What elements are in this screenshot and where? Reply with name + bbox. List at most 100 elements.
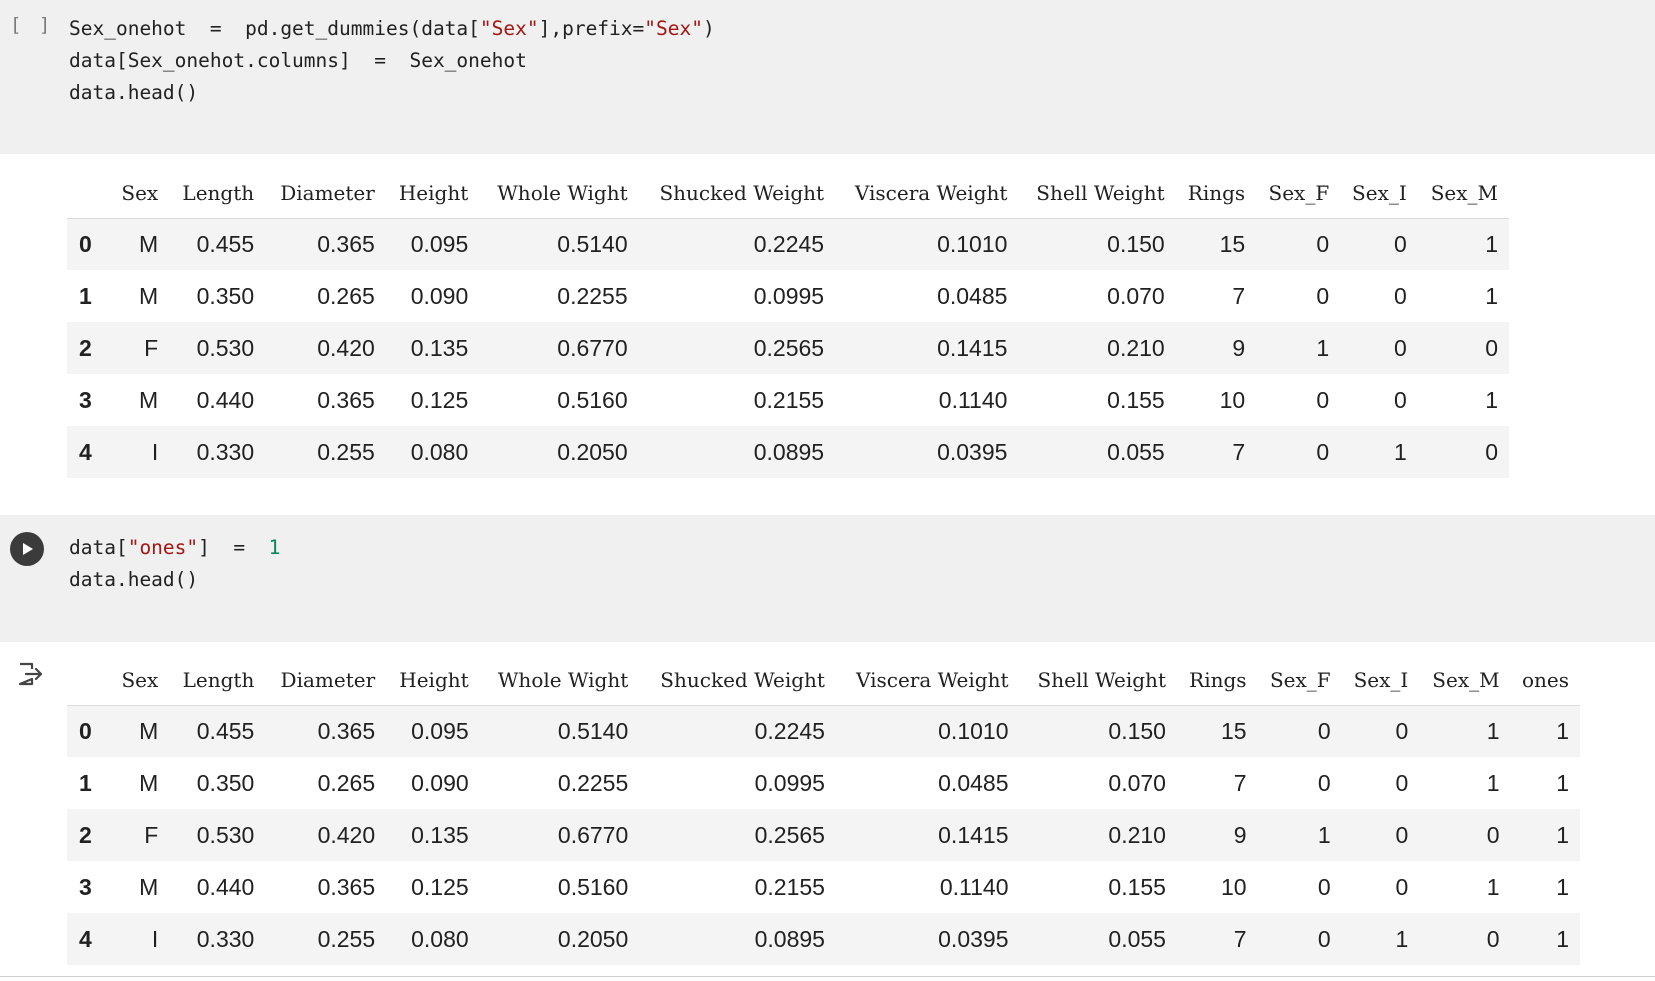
- cell-execution-indicator[interactable]: [ ]: [10, 14, 53, 36]
- table-cell: 0.125: [411, 873, 469, 900]
- column-header: Sex_F: [1256, 168, 1341, 219]
- table-cell: 1: [1485, 386, 1498, 413]
- table-cell: 0.0895: [754, 925, 825, 952]
- table-cell: 0.420: [317, 334, 375, 361]
- table-cell: 1: [1556, 873, 1569, 900]
- column-header: Sex: [111, 168, 170, 219]
- row-index: 0: [79, 717, 92, 744]
- table-cell: 0.095: [411, 717, 469, 744]
- row-index: 4: [79, 438, 92, 465]
- code-line[interactable]: data[Sex_onehot.columns] = Sex_onehot: [69, 45, 715, 77]
- column-header: Rings: [1175, 168, 1257, 219]
- row-index: 1: [79, 769, 92, 796]
- code-string-token: "Sex": [479, 17, 539, 40]
- table-cell: 0.135: [410, 334, 469, 361]
- table-cell: 7: [1232, 282, 1246, 309]
- table-row: 2 F 0.530 0.420 0.135 0.6770 0.2565 0.1415 0.210…: [67, 809, 1580, 861]
- code-number-token: 1: [268, 536, 281, 559]
- play-icon: [23, 543, 33, 555]
- code-line[interactable]: Sex_onehot = pd.get_dummies(data["Sex"],…: [69, 13, 715, 45]
- run-cell-button[interactable]: [10, 532, 44, 566]
- table-cell: 0.6770: [557, 334, 628, 361]
- table-cell: 0: [1317, 925, 1331, 952]
- table-cell: 15: [1220, 717, 1247, 744]
- column-header: Length: [169, 168, 266, 219]
- table-cell: 0.2255: [557, 769, 629, 796]
- table-cell: 0.365: [317, 230, 375, 257]
- table-cell: 0.2050: [557, 438, 628, 465]
- table-cell: 0.150: [1107, 230, 1165, 257]
- table-cell: 0.090: [411, 769, 469, 796]
- table-cell: 0.455: [196, 717, 255, 744]
- table-row: 4 I 0.330 0.255 0.080 0.2050 0.0895 0.0395 0.055…: [67, 426, 1509, 478]
- column-header: Diameter: [265, 655, 387, 706]
- table-row: 2 F 0.530 0.420 0.135 0.6770 0.2565 0.1415 0.210…: [67, 322, 1509, 374]
- column-header: Shell Weight: [1019, 655, 1177, 706]
- table-cell: 0.5160: [557, 386, 628, 413]
- table-cell: I: [151, 438, 159, 465]
- code-line[interactable]: data.head(): [69, 564, 280, 596]
- table-cell: 0.530: [196, 821, 255, 848]
- column-header: Sex_I: [1341, 655, 1420, 706]
- table-cell: 0: [1395, 821, 1409, 848]
- table-cell: 0: [1393, 334, 1407, 361]
- table-cell: M: [139, 717, 159, 744]
- table-cell: M: [139, 386, 159, 413]
- table-cell: 0.365: [317, 717, 376, 744]
- table-cell: 0.1140: [938, 386, 1008, 413]
- code-editor-1[interactable]: Sex_onehot = pd.get_dummies(data["Sex"],…: [69, 13, 715, 109]
- table-cell: 0.265: [317, 282, 375, 309]
- table-cell: 0.330: [196, 925, 255, 952]
- column-header: Shucked Weight: [638, 168, 836, 219]
- code-token: ): [702, 17, 715, 40]
- table-cell: 0.0485: [938, 769, 1009, 796]
- table-cell: 1: [1485, 230, 1498, 257]
- table-header-row: Sex Length Diameter Height Whole Wight Shucke…: [67, 655, 1580, 706]
- table-cell: M: [139, 282, 159, 309]
- table-cell: 0.2155: [753, 386, 825, 413]
- table-cell: 1: [1317, 821, 1331, 848]
- code-token: data[Sex_onehot.columns] = Sex_onehot: [69, 49, 527, 72]
- table-cell: 0: [1317, 717, 1331, 744]
- column-header: Sex_I: [1340, 168, 1418, 219]
- table-cell: 9: [1232, 334, 1246, 361]
- table-cell: 0.2155: [754, 873, 825, 900]
- table-cell: 0.135: [411, 821, 469, 848]
- table-cell: 0.5160: [557, 873, 629, 900]
- table-cell: F: [144, 821, 159, 848]
- table-cell: 0.055: [1108, 925, 1166, 952]
- table-cell: 1: [1485, 282, 1498, 309]
- table-cell: 0.1415: [938, 821, 1009, 848]
- table-cell: 10: [1219, 386, 1246, 413]
- code-token: data[: [69, 536, 128, 559]
- row-index: 2: [79, 821, 92, 848]
- column-header: Sex: [111, 655, 170, 706]
- output-redirect-icon[interactable]: [16, 660, 44, 688]
- table-cell: 0: [1316, 438, 1330, 465]
- table-cell: 0.090: [410, 282, 469, 309]
- table-cell: 0.440: [196, 873, 255, 900]
- column-header: Viscera Weight: [835, 168, 1019, 219]
- column-header: Shell Weight: [1018, 168, 1176, 219]
- table-cell: 0.0485: [937, 282, 1008, 309]
- table-header-row: Sex Length Diameter Height Whole Wight Shucke…: [67, 168, 1509, 219]
- code-cell-1[interactable]: [ ] Sex_onehot = pd.get_dummies(data["Se…: [0, 0, 1655, 154]
- code-line[interactable]: data["ones"] = 1: [69, 532, 280, 564]
- table-cell: 0.2565: [754, 821, 825, 848]
- table-cell: M: [139, 230, 159, 257]
- table-cell: 0: [1316, 282, 1330, 309]
- table-cell: 0: [1393, 386, 1407, 413]
- table-cell: 0.2565: [753, 334, 825, 361]
- table-cell: 15: [1219, 230, 1246, 257]
- code-token: Sex_onehot = pd.get_dummies(data[: [69, 17, 480, 40]
- column-header: Height: [386, 655, 480, 706]
- table-cell: 0: [1317, 873, 1331, 900]
- table-cell: 0.210: [1107, 334, 1165, 361]
- row-index: 4: [79, 925, 92, 952]
- code-editor-2[interactable]: data["ones"] = 1 data.head(): [69, 532, 280, 596]
- table-cell: 0.5140: [557, 230, 628, 257]
- column-header: Sex_M: [1419, 655, 1511, 706]
- code-line[interactable]: data.head(): [69, 77, 715, 109]
- table-cell: 0.350: [196, 769, 255, 796]
- table-cell: 0.330: [196, 438, 255, 465]
